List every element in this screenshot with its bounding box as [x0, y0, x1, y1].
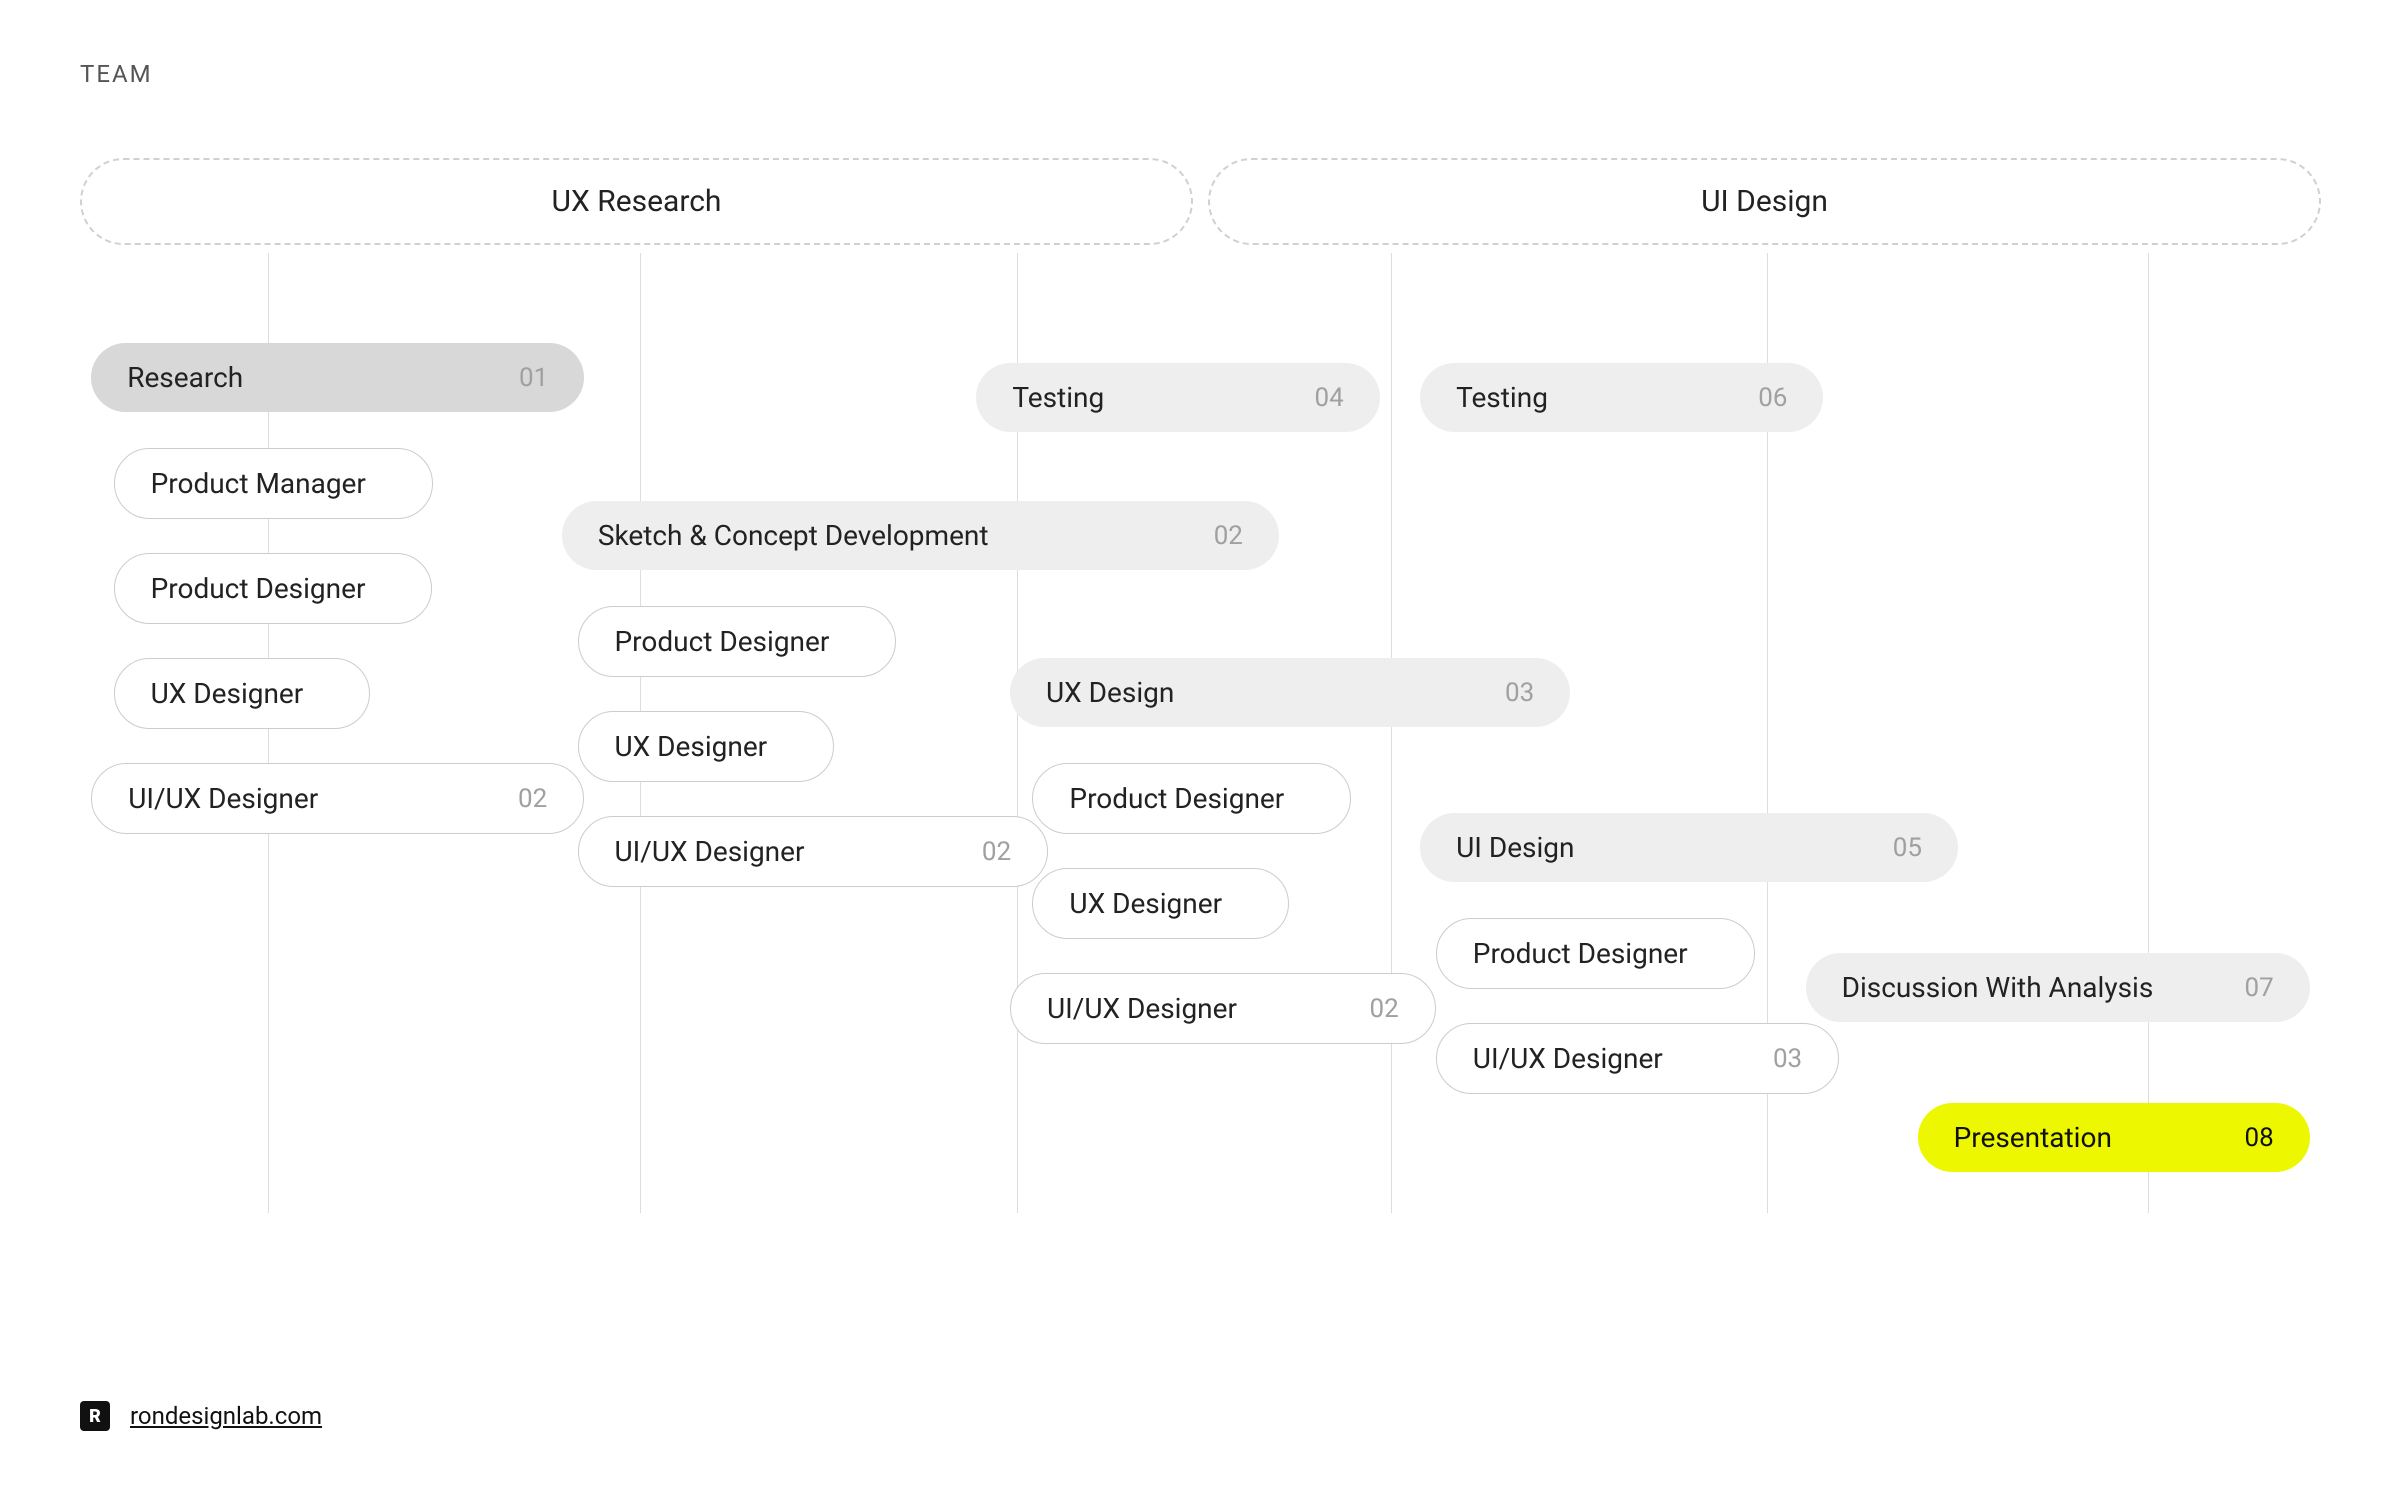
section-headers: UX Research UI Design	[80, 158, 2321, 245]
phase-sketch-concept: Sketch & Concept Development 02	[562, 501, 1279, 570]
phase-testing1-label: Testing	[1012, 381, 1104, 414]
phase-testing-1: Testing 04	[976, 363, 1379, 432]
phase-testing1-num: 04	[1315, 383, 1344, 413]
role-uxd1-label: UX Designer	[151, 677, 304, 710]
role-uiux2-num: 02	[982, 837, 1011, 867]
phase-uxdesign-num: 03	[1505, 678, 1534, 708]
role-uxd3-label: UX Designer	[1069, 887, 1222, 920]
phase-presentation-num: 08	[2245, 1123, 2274, 1153]
role-uiux-designer-4: UI/UX Designer 03	[1436, 1023, 1839, 1094]
role-uiux-designer-2: UI/UX Designer 02	[578, 816, 1049, 887]
section-ui-design: UI Design	[1208, 158, 2321, 245]
role-product-designer-3: Product Designer	[1032, 763, 1351, 834]
phase-uidesign-label: UI Design	[1456, 831, 1574, 864]
phase-ui-design: UI Design 05	[1420, 813, 1958, 882]
role-pd2-label: Product Designer	[615, 625, 830, 658]
role-uiux4-num: 03	[1773, 1044, 1802, 1074]
role-ux-designer-3: UX Designer	[1032, 868, 1289, 939]
role-ux-designer-1: UX Designer	[114, 658, 371, 729]
phase-research-num: 01	[519, 363, 548, 393]
role-uiux1-num: 02	[518, 784, 547, 814]
role-product-designer-4: Product Designer	[1436, 918, 1755, 989]
footer-link[interactable]: rondesignlab.com	[130, 1402, 322, 1430]
phase-discussion-label: Discussion With Analysis	[1842, 971, 2154, 1004]
phase-ux-design: UX Design 03	[1010, 658, 1570, 727]
role-product-manager: Product Manager	[114, 448, 433, 519]
role-uiux-designer-1: UI/UX Designer 02	[91, 763, 584, 834]
role-ux-designer-2: UX Designer	[578, 711, 835, 782]
timeline-area: UX Research UI Design Research 01 Produc…	[80, 158, 2321, 1208]
section-ux-research: UX Research	[80, 158, 1193, 245]
role-pd4-label: Product Designer	[1473, 937, 1688, 970]
phase-research-label: Research	[127, 361, 243, 394]
phase-discussion-analysis: Discussion With Analysis 07	[1806, 953, 2310, 1022]
footer: R rondesignlab.com	[80, 1401, 322, 1431]
phase-research: Research 01	[91, 343, 584, 412]
phase-sketch-label: Sketch & Concept Development	[598, 519, 989, 552]
role-uiux1-label: UI/UX Designer	[128, 782, 318, 815]
phase-testing-2: Testing 06	[1420, 363, 1823, 432]
role-uiux-designer-3: UI/UX Designer 02	[1010, 973, 1436, 1044]
role-uiux3-num: 02	[1370, 994, 1399, 1024]
role-uiux4-label: UI/UX Designer	[1473, 1042, 1663, 1075]
logo-icon: R	[80, 1401, 110, 1431]
role-uiux3-label: UI/UX Designer	[1047, 992, 1237, 1025]
phase-uxdesign-label: UX Design	[1046, 676, 1174, 709]
phase-sketch-num: 02	[1214, 521, 1243, 551]
role-product-designer-1: Product Designer	[114, 553, 433, 624]
role-uxd2-label: UX Designer	[615, 730, 768, 763]
phase-testing2-num: 06	[1758, 383, 1787, 413]
phase-presentation-label: Presentation	[1954, 1121, 2112, 1154]
role-pd1-label: Product Designer	[151, 572, 366, 605]
pills-layer: Research 01 Product Manager Product Desi…	[80, 253, 2321, 1213]
phase-testing2-label: Testing	[1456, 381, 1548, 414]
role-pm-label: Product Manager	[151, 467, 366, 500]
phase-uidesign-num: 05	[1893, 833, 1922, 863]
role-product-designer-2: Product Designer	[578, 606, 897, 677]
phase-presentation: Presentation 08	[1918, 1103, 2310, 1172]
phase-discussion-num: 07	[2245, 973, 2274, 1003]
page-title: TEAM	[80, 60, 2321, 88]
role-uiux2-label: UI/UX Designer	[615, 835, 805, 868]
role-pd3-label: Product Designer	[1069, 782, 1284, 815]
